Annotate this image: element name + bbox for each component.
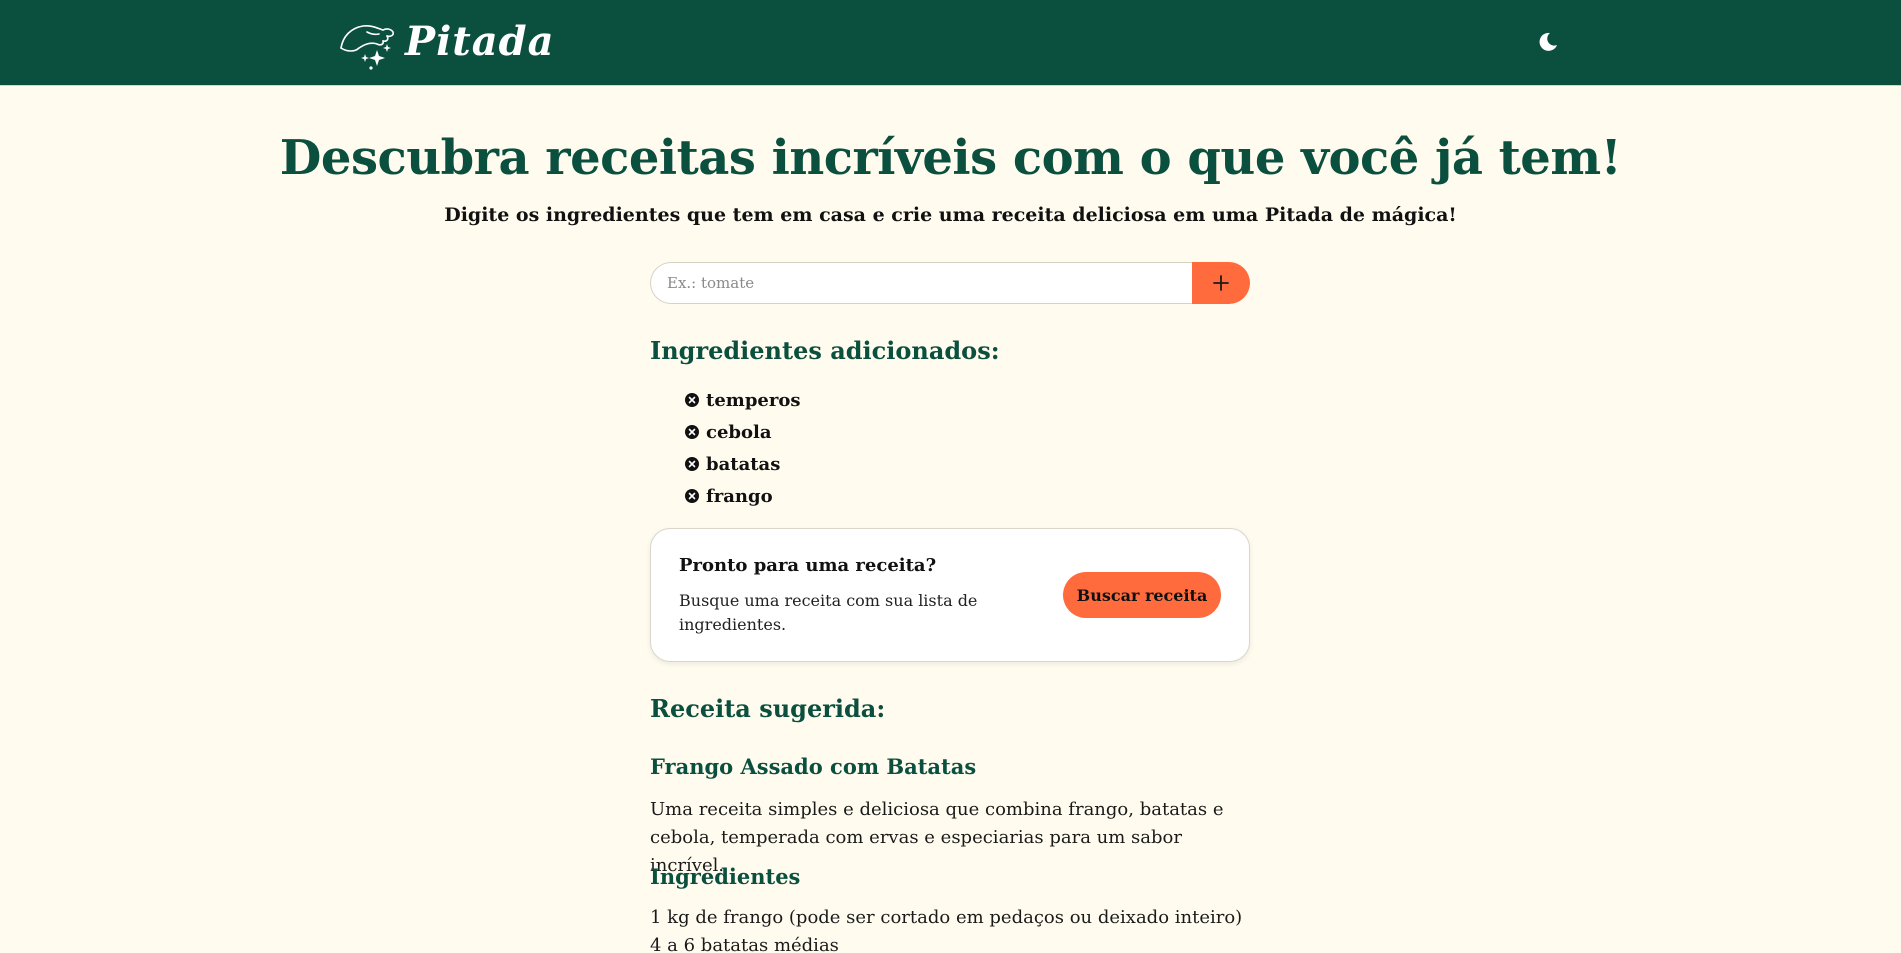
list-item: 4 a 6 batatas médias bbox=[650, 935, 839, 953]
logo-text: Pitada bbox=[405, 17, 555, 65]
list-item: batatas bbox=[685, 448, 800, 480]
theme-toggle-button[interactable] bbox=[1534, 28, 1562, 56]
list-item: frango bbox=[685, 480, 800, 512]
remove-ingredient-icon[interactable] bbox=[685, 425, 699, 439]
add-ingredient-button[interactable] bbox=[1192, 262, 1250, 304]
list-item: temperos bbox=[685, 384, 800, 416]
cta-description: Busque uma receita com sua lista de ingr… bbox=[679, 591, 978, 634]
ingredient-label: batatas bbox=[706, 453, 781, 475]
cta-title: Pronto para uma receita? bbox=[679, 555, 937, 576]
recipe-name: Frango Assado com Batatas bbox=[650, 754, 977, 779]
recipe-ingredients-title: Ingredientes bbox=[650, 864, 801, 889]
ingredient-label: frango bbox=[706, 485, 773, 507]
moon-icon bbox=[1539, 32, 1557, 51]
list-item: 1 kg de frango (pode ser cortado em peda… bbox=[650, 907, 1243, 928]
ingredient-label: cebola bbox=[706, 421, 772, 443]
plus-icon bbox=[1213, 275, 1229, 291]
remove-ingredient-icon[interactable] bbox=[685, 393, 699, 407]
top-navbar: Pitada bbox=[0, 0, 1901, 86]
remove-ingredient-icon[interactable] bbox=[685, 457, 699, 471]
page-subtitle: Digite os ingredientes que tem em casa e… bbox=[444, 204, 1457, 226]
page-title: Descubra receitas incríveis com o que vo… bbox=[279, 130, 1622, 186]
recipe-cta-card: Pronto para uma receita? Busque uma rece… bbox=[650, 528, 1250, 662]
ingredients-section-title: Ingredientes adicionados: bbox=[650, 336, 1000, 365]
suggested-recipe-title: Receita sugerida: bbox=[650, 694, 886, 723]
ingredient-search-bar bbox=[650, 262, 1250, 304]
search-recipe-button[interactable]: Buscar receita bbox=[1063, 572, 1221, 618]
ingredients-list: temperos cebola batatas frango bbox=[685, 384, 800, 512]
ingredient-input[interactable] bbox=[650, 262, 1192, 304]
remove-ingredient-icon[interactable] bbox=[685, 489, 699, 503]
ingredient-label: temperos bbox=[706, 389, 801, 411]
logo[interactable]: Pitada bbox=[337, 11, 555, 75]
recipe-ingredients-list: 1 kg de frango (pode ser cortado em peda… bbox=[650, 904, 1242, 953]
hand-sparkle-icon bbox=[340, 25, 394, 70]
list-item: cebola bbox=[685, 416, 800, 448]
